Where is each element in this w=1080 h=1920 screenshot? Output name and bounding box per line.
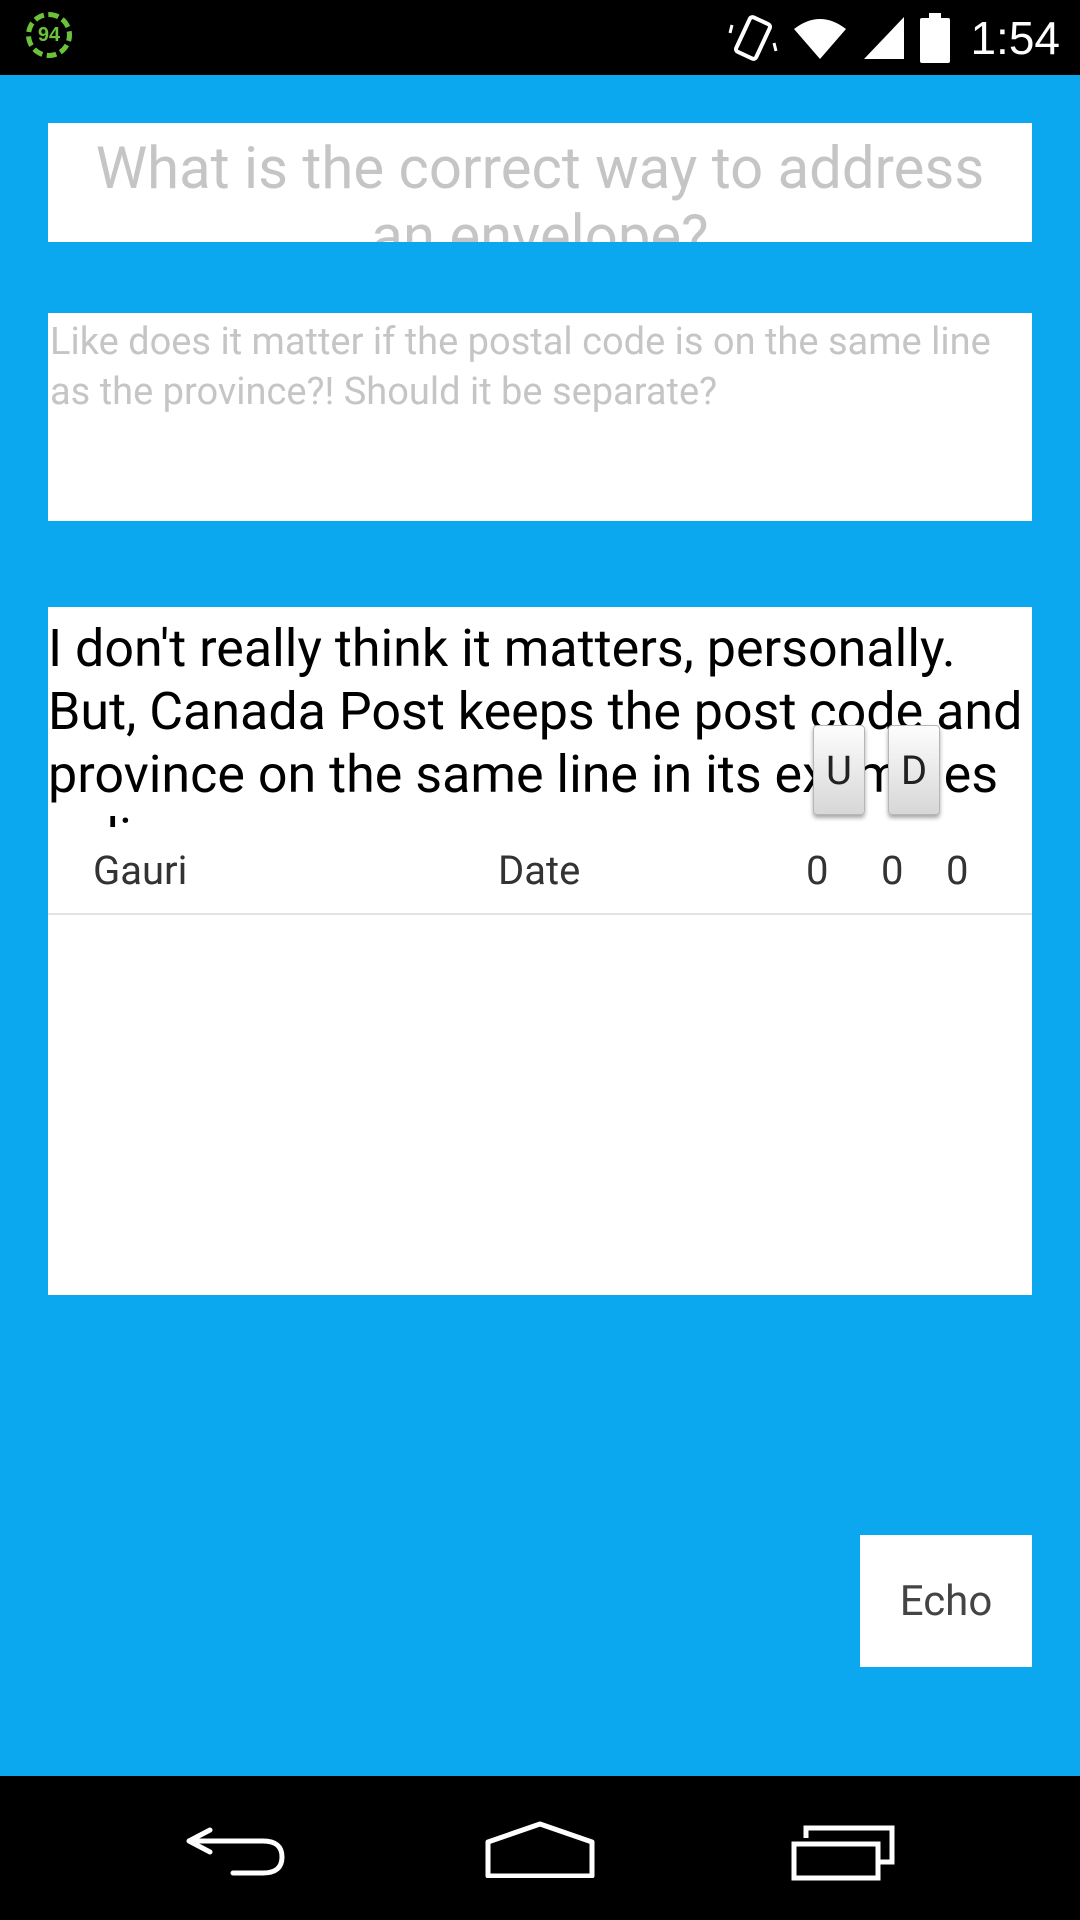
answer-list: I don't really think it matters, persona… (48, 607, 1032, 1295)
downvote-label: D (900, 746, 928, 794)
wifi-icon (794, 18, 847, 59)
answer-count-3: 0 (946, 847, 969, 894)
echo-button[interactable]: Echo (860, 1535, 1032, 1667)
answer-count-1: 0 (806, 847, 829, 894)
upvote-label: U (826, 746, 852, 794)
back-icon[interactable] (185, 1816, 290, 1881)
clock: 1:54 (970, 11, 1060, 64)
upvote-button[interactable]: U (813, 725, 865, 815)
status-bar: 94 1:54 (0, 0, 1080, 75)
answer-item[interactable]: I don't really think it matters, persona… (48, 607, 1032, 827)
battery-icon (920, 12, 951, 63)
question-description-field[interactable]: Like does it matter if the postal code i… (48, 313, 1032, 521)
home-icon[interactable] (484, 1820, 596, 1878)
vibrate-icon (729, 14, 778, 61)
answer-date: Date (498, 847, 581, 894)
answer-author: Gauri (93, 847, 188, 894)
navigation-bar (0, 1776, 1080, 1920)
downvote-button[interactable]: D (888, 725, 940, 815)
question-title-field[interactable]: What is the correct way to address an en… (48, 123, 1032, 242)
battery-saver-icon: 94 (26, 12, 72, 58)
echo-button-label: Echo (899, 1576, 993, 1626)
signal-icon (864, 16, 905, 59)
answer-meta-row: Gauri Date 0 0 0 (48, 829, 1032, 915)
answer-text: I don't really think it matters, persona… (48, 618, 1023, 827)
battery-saver-level: 94 (37, 23, 61, 46)
answer-count-2: 0 (881, 847, 904, 894)
status-icons: 1:54 (728, 0, 1060, 75)
question-title: What is the correct way to address an en… (95, 135, 985, 242)
question-description: Like does it matter if the postal code i… (50, 320, 991, 414)
recents-icon[interactable] (790, 1824, 896, 1882)
